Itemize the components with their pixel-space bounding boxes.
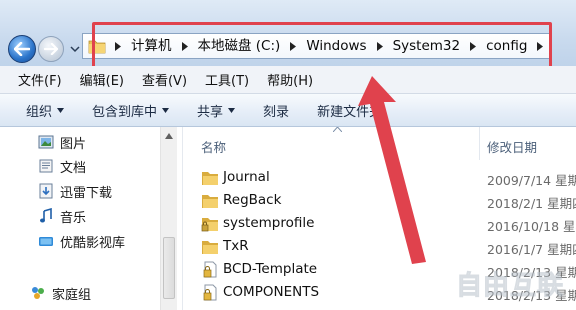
folder-icon bbox=[202, 195, 218, 208]
menu-edit[interactable]: 编辑(E) bbox=[80, 70, 124, 89]
nav-item-label: 家庭组 bbox=[52, 287, 92, 303]
menu-help[interactable]: 帮助(H) bbox=[267, 70, 313, 89]
menu-file[interactable]: 文件(F) bbox=[18, 70, 62, 89]
menu-tools[interactable]: 工具(T) bbox=[205, 70, 249, 89]
nav-item-pictures[interactable]: 图片 bbox=[38, 131, 86, 153]
column-header-name[interactable]: 名称 bbox=[201, 137, 226, 156]
file-date: 2016/1/7 星期四 bbox=[487, 242, 576, 257]
nav-scrollbar-thumb[interactable] bbox=[163, 237, 175, 299]
homegroup-icon bbox=[32, 287, 44, 299]
organize-label: 组织 bbox=[26, 104, 53, 120]
menu-bar: 文件(F) 编辑(E) 查看(V) 工具(T) 帮助(H) bbox=[0, 66, 576, 94]
file-date: 2009/7/14 星期二 bbox=[487, 173, 576, 188]
nav-scrollbar[interactable] bbox=[160, 127, 177, 310]
include-in-library-button[interactable]: 包含到库中 bbox=[92, 101, 170, 120]
nav-item-label: 优酷影视库 bbox=[60, 235, 126, 251]
chevron-down-icon bbox=[57, 107, 65, 113]
nav-item-homegroup[interactable]: 家庭组 bbox=[30, 282, 91, 304]
red-arrow-annotation bbox=[358, 76, 426, 264]
nav-item-label: 迅雷下载 bbox=[60, 185, 113, 201]
organize-button[interactable]: 组织 bbox=[26, 101, 65, 120]
nav-item-label: 文档 bbox=[60, 160, 87, 176]
folder-icon bbox=[202, 241, 218, 254]
nav-item-label: 图片 bbox=[60, 136, 87, 152]
share-label: 共享 bbox=[197, 104, 224, 120]
column-separator[interactable] bbox=[479, 127, 480, 160]
command-bar: 组织 包含到库中 共享 刻录 新建文件夹 bbox=[0, 94, 576, 127]
folder-icon bbox=[202, 172, 218, 185]
include-in-library-label: 包含到库中 bbox=[92, 104, 158, 120]
nav-item-music[interactable]: 音乐 bbox=[38, 205, 86, 227]
scroll-up-icon[interactable] bbox=[165, 133, 173, 139]
file-date: 2018/2/13 星期二 bbox=[487, 288, 576, 303]
share-button[interactable]: 共享 bbox=[197, 101, 236, 120]
pictures-icon bbox=[38, 135, 54, 149]
download-icon bbox=[39, 183, 53, 199]
file-name: Journal bbox=[223, 169, 270, 185]
nav-item-thunder-download[interactable]: 迅雷下载 bbox=[38, 180, 112, 202]
forward-button[interactable] bbox=[38, 36, 64, 62]
highlight-box bbox=[92, 22, 552, 70]
column-header-date[interactable]: 修改日期 bbox=[487, 137, 537, 156]
file-date: 2018/2/1 星期四 bbox=[487, 196, 576, 211]
chevron-down-icon bbox=[162, 107, 170, 113]
file-name: RegBack bbox=[223, 192, 282, 208]
nav-item-documents[interactable]: 文档 bbox=[38, 155, 86, 177]
file-date: 2016/10/18 星期二 bbox=[487, 219, 576, 234]
file-row-components[interactable]: COMPONENTS 2018/2/13 星期二 bbox=[183, 281, 576, 304]
sort-ascending-icon bbox=[333, 127, 342, 132]
documents-icon bbox=[39, 159, 53, 173]
file-date: 2018/2/13 星期二 bbox=[487, 265, 576, 280]
back-arrow-icon bbox=[14, 42, 30, 56]
forward-arrow-icon bbox=[44, 43, 58, 55]
back-button[interactable] bbox=[8, 35, 36, 63]
music-icon bbox=[40, 208, 52, 223]
file-name: COMPONENTS bbox=[223, 284, 320, 300]
file-name: TxR bbox=[223, 238, 249, 254]
folder-locked-icon bbox=[201, 218, 218, 232]
file-locked-icon bbox=[203, 261, 217, 278]
file-name: BCD-Template bbox=[223, 261, 318, 277]
nav-item-youku-library[interactable]: 优酷影视库 bbox=[38, 230, 125, 252]
file-locked-icon bbox=[203, 284, 217, 301]
nav-item-label: 音乐 bbox=[60, 210, 87, 226]
chevron-down-icon bbox=[228, 107, 236, 113]
file-name: systemprofile bbox=[223, 215, 315, 231]
video-library-icon bbox=[39, 237, 53, 246]
burn-button[interactable]: 刻录 bbox=[263, 101, 289, 120]
recent-pages-dropdown-icon[interactable] bbox=[70, 44, 80, 54]
menu-view[interactable]: 查看(V) bbox=[142, 70, 187, 89]
